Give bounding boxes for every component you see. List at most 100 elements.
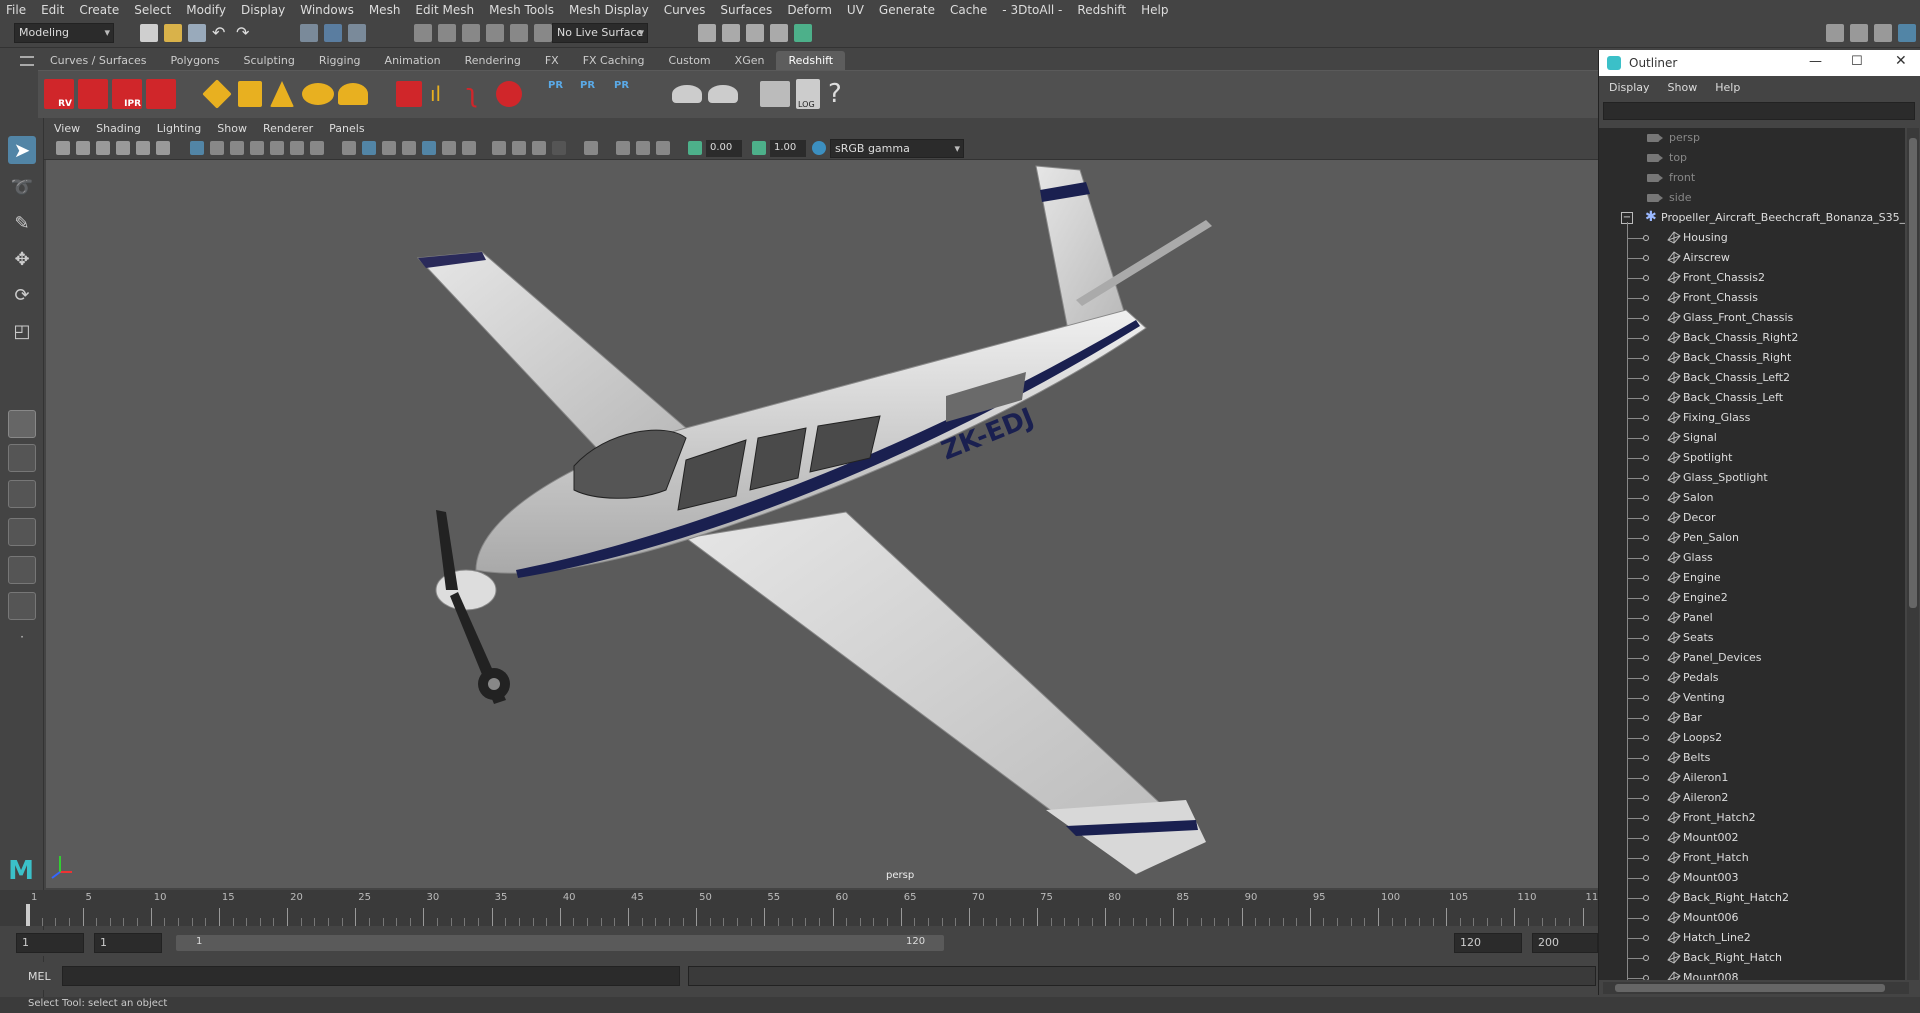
motion-blur-icon[interactable]: [616, 141, 630, 155]
ipr-render-icon[interactable]: [746, 24, 764, 42]
menu-select[interactable]: Select: [134, 3, 171, 17]
rs-proxy-icon[interactable]: [396, 81, 422, 107]
backface-culling-icon[interactable]: [552, 141, 566, 155]
end-time-field[interactable]: 120: [1454, 933, 1522, 953]
hypershade-layout-icon[interactable]: [8, 556, 36, 584]
expand-dot-icon[interactable]: [1643, 535, 1649, 541]
ambient-occlusion-icon[interactable]: [636, 141, 650, 155]
shelf-tab-curves-surfaces[interactable]: Curves / Surfaces: [38, 51, 159, 70]
field-chart-icon[interactable]: [270, 141, 284, 155]
select-hierarchy-icon[interactable]: [300, 24, 318, 42]
outliner-item-glass-spotlight[interactable]: Glass_Spotlight: [1599, 468, 1905, 488]
outliner-item-mount002[interactable]: Mount002: [1599, 828, 1905, 848]
shelf-tab-polygons[interactable]: Polygons: [159, 51, 232, 70]
expand-dot-icon[interactable]: [1643, 595, 1649, 601]
attribute-editor-icon[interactable]: [1850, 24, 1868, 42]
shelf-tab-fx[interactable]: FX: [533, 51, 571, 70]
expand-dot-icon[interactable]: [1643, 975, 1649, 980]
outliner-item-front-hatch[interactable]: Front_Hatch: [1599, 848, 1905, 868]
outliner-camera-row[interactable]: persp: [1599, 128, 1905, 148]
shelf-tab-custom[interactable]: Custom: [657, 51, 723, 70]
expand-dot-icon[interactable]: [1643, 555, 1649, 561]
rs-dome-light-icon[interactable]: [302, 83, 334, 105]
menu-uv[interactable]: UV: [847, 3, 864, 17]
xray-icon[interactable]: [492, 141, 506, 155]
outliner-item-fixing-glass[interactable]: Fixing_Glass: [1599, 408, 1905, 428]
outliner-item-back-right-hatch2[interactable]: Back_Right_Hatch2: [1599, 888, 1905, 908]
channel-box-icon[interactable]: [1898, 24, 1916, 42]
expand-dot-icon[interactable]: [1643, 755, 1649, 761]
viewport-menu-shading[interactable]: Shading: [96, 122, 141, 135]
menu-cache[interactable]: Cache: [950, 3, 987, 17]
snap-grid-icon[interactable]: [414, 24, 432, 42]
shelf-tab-fx-caching[interactable]: FX Caching: [571, 51, 657, 70]
menu-mesh-display[interactable]: Mesh Display: [569, 3, 649, 17]
expand-dot-icon[interactable]: [1643, 255, 1649, 261]
select-objects-icon[interactable]: [324, 24, 342, 42]
expand-dot-icon[interactable]: [1643, 735, 1649, 741]
rs-bake-icon[interactable]: [672, 85, 702, 103]
save-scene-icon[interactable]: [188, 24, 206, 42]
outliner-item-airscrew[interactable]: Airscrew: [1599, 248, 1905, 268]
outliner-search-input[interactable]: [1603, 102, 1915, 120]
isolate-select-icon[interactable]: [584, 141, 598, 155]
menu-surfaces[interactable]: Surfaces: [720, 3, 772, 17]
persp-graph-layout-icon[interactable]: [8, 518, 36, 546]
expand-dot-icon[interactable]: [1643, 575, 1649, 581]
resolution-gate-icon[interactable]: [230, 141, 244, 155]
outliner-item-engine2[interactable]: Engine2: [1599, 588, 1905, 608]
menu-deform[interactable]: Deform: [787, 3, 832, 17]
live-surface-field[interactable]: No Live Surface: [552, 23, 648, 43]
range-slider[interactable]: 1 120: [176, 935, 944, 951]
menu-file[interactable]: File: [6, 3, 26, 17]
expand-dot-icon[interactable]: [1643, 375, 1649, 381]
outliner-item-front-hatch2[interactable]: Front_Hatch2: [1599, 808, 1905, 828]
mel-input[interactable]: [62, 966, 680, 986]
viewport-menu-lighting[interactable]: Lighting: [157, 122, 201, 135]
color-management-icon[interactable]: [812, 141, 826, 155]
lasso-tool-icon[interactable]: ➰: [8, 174, 36, 202]
expand-dot-icon[interactable]: [1643, 315, 1649, 321]
outliner-item-mount008[interactable]: Mount008: [1599, 968, 1905, 980]
menu-create[interactable]: Create: [79, 3, 119, 17]
exposure-icon[interactable]: [688, 141, 702, 155]
image-plane-icon[interactable]: [116, 141, 130, 155]
expand-dot-icon[interactable]: [1643, 775, 1649, 781]
expand-dot-icon[interactable]: [1643, 615, 1649, 621]
redshift-render-icon[interactable]: [78, 79, 108, 109]
expand-dot-icon[interactable]: [1643, 895, 1649, 901]
render-view-icon[interactable]: [770, 24, 788, 42]
outliner-horizontal-scrollbar[interactable]: [1603, 982, 1909, 994]
rotate-tool-icon[interactable]: ⟳: [8, 282, 36, 310]
textured-icon[interactable]: [422, 141, 436, 155]
select-tool-icon[interactable]: ➤: [8, 136, 36, 164]
rs-pr-object-icon[interactable]: PR: [548, 77, 574, 111]
expand-dot-icon[interactable]: [1643, 295, 1649, 301]
four-view-layout-icon[interactable]: [8, 444, 36, 472]
outliner-camera-row[interactable]: side: [1599, 188, 1905, 208]
rs-sun-sky-icon[interactable]: [338, 83, 368, 105]
default-material-icon[interactable]: [382, 141, 396, 155]
snap-surface-icon[interactable]: [510, 24, 528, 42]
outliner-item-aileron1[interactable]: Aileron1: [1599, 768, 1905, 788]
outliner-item-back-chassis-left2[interactable]: Back_Chassis_Left2: [1599, 368, 1905, 388]
scale-tool-icon[interactable]: ◰: [8, 318, 36, 346]
outliner-item-bar[interactable]: Bar: [1599, 708, 1905, 728]
expand-dot-icon[interactable]: [1643, 655, 1649, 661]
outliner-item-aileron2[interactable]: Aileron2: [1599, 788, 1905, 808]
redo-icon[interactable]: ↷: [236, 24, 254, 42]
move-tool-icon[interactable]: ✥: [8, 246, 36, 274]
film-gate-icon[interactable]: [210, 141, 224, 155]
shelf-tab-sculpting[interactable]: Sculpting: [231, 51, 306, 70]
redshift-ipr-icon[interactable]: IPR: [112, 79, 142, 109]
outliner-item-mount003[interactable]: Mount003: [1599, 868, 1905, 888]
viewport-menu-panels[interactable]: Panels: [329, 122, 364, 135]
menu-edit-mesh[interactable]: Edit Mesh: [415, 3, 474, 17]
snap-vertex-icon[interactable]: [534, 24, 552, 42]
expand-dot-icon[interactable]: [1643, 435, 1649, 441]
anti-aliasing-icon[interactable]: [656, 141, 670, 155]
shelf-menu-icon[interactable]: [20, 56, 34, 66]
outliner-item-signal[interactable]: Signal: [1599, 428, 1905, 448]
outliner-item-belts[interactable]: Belts: [1599, 748, 1905, 768]
expand-dot-icon[interactable]: [1643, 475, 1649, 481]
